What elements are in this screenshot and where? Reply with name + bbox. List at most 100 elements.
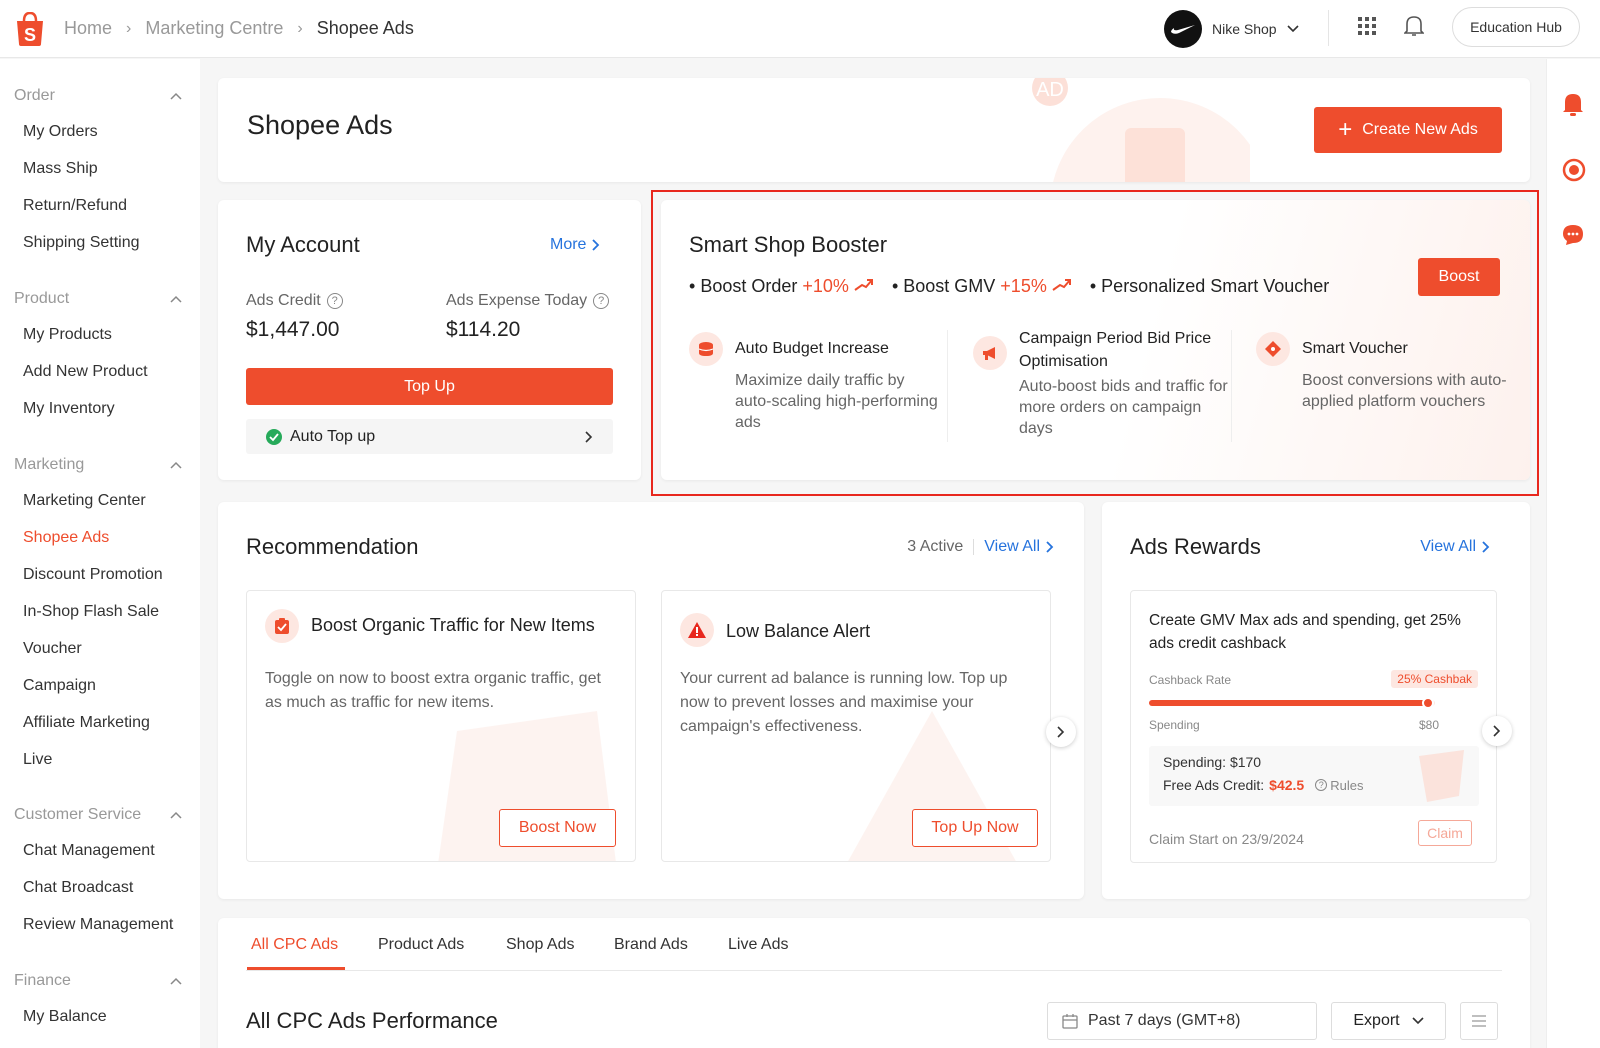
view-all-recommendation-link[interactable]: View All xyxy=(984,538,1054,556)
performance-title: All CPC Ads Performance xyxy=(246,1008,498,1033)
breadcrumb-home[interactable]: Home xyxy=(64,18,112,39)
tab-product-ads[interactable]: Product Ads xyxy=(378,936,464,954)
sidebar-item-chat-management[interactable]: Chat Management xyxy=(23,842,155,860)
bullet-label: Boost GMV xyxy=(903,276,996,296)
spending-label: Spending xyxy=(1149,718,1200,732)
top-up-now-button[interactable]: Top Up Now xyxy=(912,809,1038,847)
sidebar-section-customer-service[interactable]: Customer Service xyxy=(14,806,182,824)
boost-now-button[interactable]: Boost Now xyxy=(499,809,616,847)
ads-rewards-title: Ads Rewards xyxy=(1130,534,1261,559)
avatar xyxy=(1164,10,1202,48)
create-new-ads-button[interactable]: + Create New Ads xyxy=(1314,107,1502,153)
sidebar-item-add-new-product[interactable]: Add New Product xyxy=(23,363,148,381)
sidebar-item-campaign[interactable]: Campaign xyxy=(23,677,96,695)
recommendation-title: Recommendation xyxy=(246,534,419,559)
chevron-right-icon: › xyxy=(126,19,132,37)
tab-all-cpc-ads[interactable]: All CPC Ads xyxy=(251,936,338,954)
recommendation-actions: 3 Active View All xyxy=(907,538,1054,556)
next-arrow-button[interactable] xyxy=(1046,717,1076,747)
sidebar-item-live[interactable]: Live xyxy=(23,751,52,769)
svg-text:S: S xyxy=(24,25,36,45)
section-title: Product xyxy=(14,290,70,307)
voucher-icon xyxy=(1256,332,1290,366)
shop-switcher[interactable]: Nike Shop xyxy=(1164,10,1299,48)
notification-bell-icon[interactable] xyxy=(1562,91,1584,122)
sidebar-item-chat-broadcast[interactable]: Chat Broadcast xyxy=(23,879,133,897)
divider xyxy=(1231,330,1232,442)
shop-name: Nike Shop xyxy=(1212,21,1277,37)
cup-illustration xyxy=(1419,750,1464,802)
view-all-rewards-link[interactable]: View All xyxy=(1420,538,1490,556)
section-title: Customer Service xyxy=(14,806,142,823)
breadcrumb-marketing-centre[interactable]: Marketing Centre xyxy=(145,18,283,39)
recommendation-item-desc: Toggle on now to boost extra organic tra… xyxy=(265,670,601,711)
list-icon xyxy=(1472,1015,1486,1027)
sidebar-item-my-balance[interactable]: My Balance xyxy=(23,1008,107,1026)
auto-top-up-label: Auto Top up xyxy=(290,427,376,445)
recommendation-card: Recommendation 3 Active View All Boost O… xyxy=(218,502,1084,899)
sidebar-item-my-inventory[interactable]: My Inventory xyxy=(23,400,115,418)
trend-up-icon xyxy=(1052,279,1071,291)
sidebar-item-marketing-center[interactable]: Marketing Center xyxy=(23,492,146,510)
reward-offer-text: Create GMV Max ads and spending, get 25%… xyxy=(1149,612,1461,652)
smart-shop-booster-card: Smart Shop Booster • Boost Order +10% • … xyxy=(661,200,1530,480)
sidebar-section-order[interactable]: Order xyxy=(14,87,182,105)
recommendation-item-desc: Your current ad balance is running low. … xyxy=(680,670,1008,735)
sidebar-section-marketing[interactable]: Marketing xyxy=(14,456,182,474)
rules-link[interactable]: ? Rules xyxy=(1315,778,1363,793)
sidebar-section-product[interactable]: Product xyxy=(14,290,182,308)
bell-icon[interactable] xyxy=(1403,14,1425,43)
my-account-title: My Account xyxy=(246,232,360,257)
education-hub-button[interactable]: Education Hub xyxy=(1452,7,1580,47)
bullet-value: +15% xyxy=(1000,276,1047,296)
divider xyxy=(1328,10,1329,46)
cashback-badge: 25% Cashbak xyxy=(1391,670,1478,688)
section-title: Finance xyxy=(14,972,71,989)
chevron-up-icon xyxy=(170,461,182,469)
nike-swoosh-icon xyxy=(1171,25,1195,34)
tab-brand-ads[interactable]: Brand Ads xyxy=(614,936,688,954)
chat-icon[interactable] xyxy=(1561,223,1585,252)
auto-top-up-row[interactable]: Auto Top up xyxy=(246,419,613,454)
tab-live-ads[interactable]: Live Ads xyxy=(728,936,788,954)
coins-icon xyxy=(689,332,723,366)
sidebar-item-shopee-ads[interactable]: Shopee Ads xyxy=(23,529,109,547)
sidebar-item-my-products[interactable]: My Products xyxy=(23,326,112,344)
more-link[interactable]: More xyxy=(550,236,600,254)
date-range-picker[interactable]: Past 7 days (GMT+8) xyxy=(1047,1002,1317,1040)
customer-service-icon[interactable] xyxy=(1561,157,1587,188)
sidebar-item-voucher[interactable]: Voucher xyxy=(23,640,82,658)
right-rail xyxy=(1546,59,1600,1048)
sidebar-item-review-management[interactable]: Review Management xyxy=(23,916,173,934)
chevron-right-icon xyxy=(592,239,600,251)
date-range-label: Past 7 days (GMT+8) xyxy=(1088,1012,1241,1029)
chevron-down-icon xyxy=(1412,1017,1424,1025)
sidebar-item-my-orders[interactable]: My Orders xyxy=(23,123,98,141)
sidebar-item-mass-ship[interactable]: Mass Ship xyxy=(23,160,98,178)
sidebar-item-discount-promotion[interactable]: Discount Promotion xyxy=(23,566,163,584)
chevron-right-icon xyxy=(1493,725,1501,737)
bullet-boost-order: • Boost Order +10% xyxy=(689,276,874,297)
list-view-button[interactable] xyxy=(1460,1002,1498,1040)
sidebar-section-finance[interactable]: Finance xyxy=(14,972,182,990)
shopee-logo-icon[interactable]: S xyxy=(14,11,46,46)
help-icon[interactable]: ? xyxy=(326,293,343,309)
boost-button[interactable]: Boost xyxy=(1418,258,1500,296)
sidebar-item-return-refund[interactable]: Return/Refund xyxy=(23,197,127,215)
trend-up-icon xyxy=(854,279,873,291)
sidebar: Order My Orders Mass Ship Return/Refund … xyxy=(0,59,200,1048)
spending-progress-fill xyxy=(1149,697,1435,709)
tab-shop-ads[interactable]: Shop Ads xyxy=(506,936,575,954)
bullet-boost-gmv: • Boost GMV +15% xyxy=(892,276,1072,297)
help-icon[interactable]: ? xyxy=(593,293,610,309)
chevron-right-icon xyxy=(585,430,593,443)
view-all-label: View All xyxy=(1420,538,1476,555)
export-dropdown[interactable]: Export xyxy=(1331,1002,1446,1040)
sidebar-item-shipping-setting[interactable]: Shipping Setting xyxy=(23,234,140,252)
apps-grid-icon[interactable] xyxy=(1357,16,1377,41)
next-arrow-button[interactable] xyxy=(1482,716,1512,746)
sidebar-item-affiliate-marketing[interactable]: Affiliate Marketing xyxy=(23,714,150,732)
claim-button[interactable]: Claim xyxy=(1418,820,1472,846)
sidebar-item-flash-sale[interactable]: In-Shop Flash Sale xyxy=(23,603,159,621)
top-up-button[interactable]: Top Up xyxy=(246,368,613,405)
